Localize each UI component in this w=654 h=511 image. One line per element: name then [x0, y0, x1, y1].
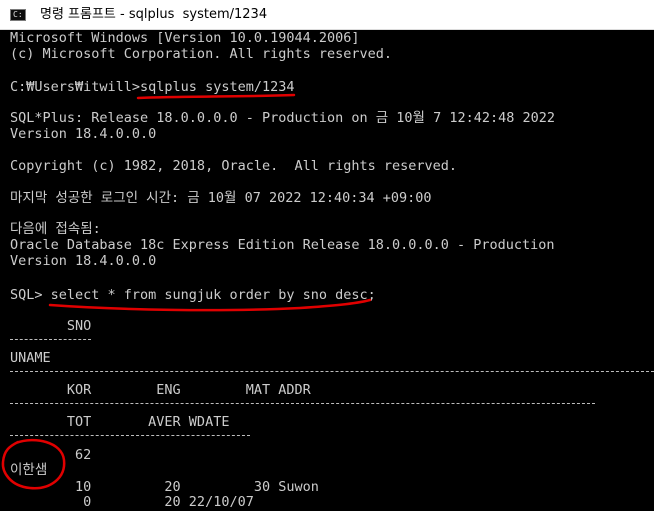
underline-annotation [136, 93, 296, 100]
underline-annotation [48, 298, 372, 312]
circle-annotation [1, 438, 66, 490]
red-annotation-layer [1, 93, 372, 490]
